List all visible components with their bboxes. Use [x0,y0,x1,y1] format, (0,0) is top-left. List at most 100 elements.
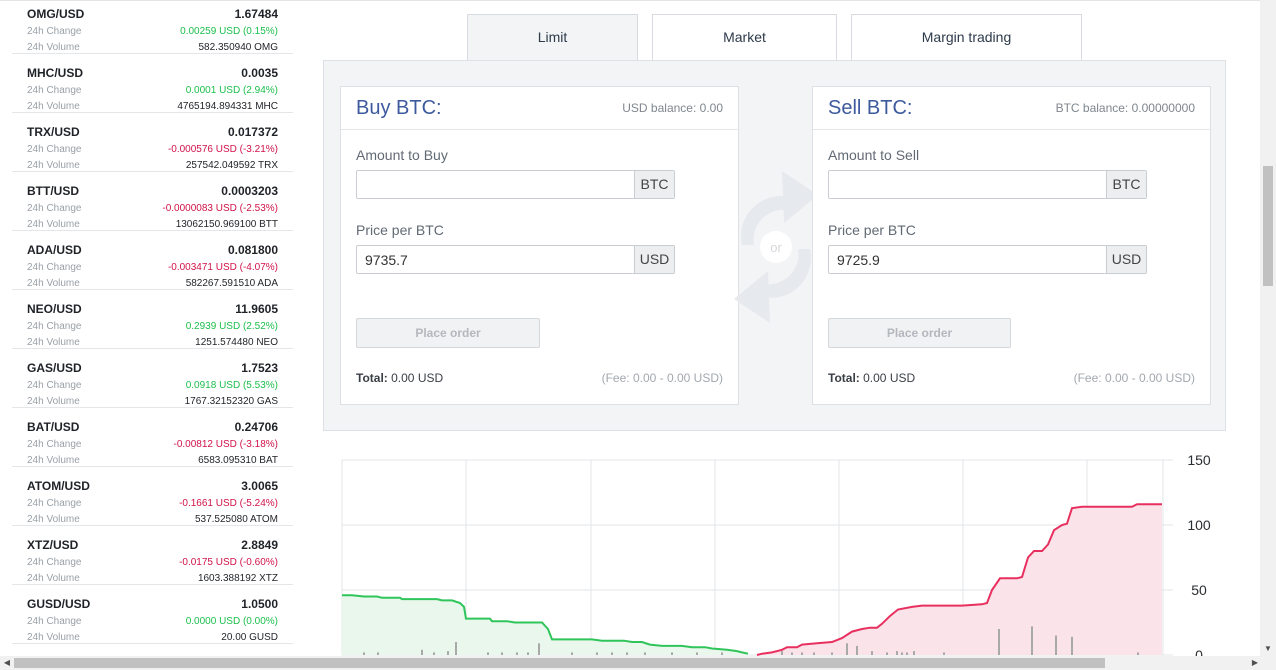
volume-bar [998,629,1000,655]
market-last-price: 1.0500 [241,597,278,611]
volume-value: 582267.591510 ADA [185,278,278,289]
volume-value: 20.00 GUSD [221,632,278,643]
market-last-price: 1.67484 [234,7,278,21]
volume-bar [943,652,945,655]
buy-amount-input[interactable] [357,171,635,198]
change-value: 0.2939 USD (2.52%) [185,321,278,332]
change-value: -0.0000083 USD (-2.53%) [162,203,278,214]
triangle-right-icon[interactable]: ▶ [1248,656,1262,670]
buy-price-input[interactable] [357,246,635,273]
volume-bar [801,652,803,655]
change-value: 0.0001 USD (2.94%) [185,85,278,96]
volume-bar [901,652,903,655]
sell-total-value: 0.00 USD [863,371,916,385]
volume-bar [447,651,449,655]
sell-title: Sell BTC: [828,97,913,119]
volume-label: 24h Volume [27,219,80,230]
market-pair-name: ADA/USD [27,243,82,257]
change-label: 24h Change [27,380,82,391]
y-tick-label: 100 [1187,517,1211,533]
y-tick-label: 150 [1187,452,1211,468]
market-row[interactable]: BTT/USD 0.0003203 24h Change -0.0000083 USD… [12,172,293,231]
volume-bar [1137,652,1139,655]
market-pair-name: TRX/USD [27,125,80,139]
market-pair-name: GAS/USD [27,361,82,375]
volume-bar [596,652,598,655]
volume-bar [781,651,783,655]
market-row[interactable]: NEO/USD 11.9605 24h Change 0.2939 USD (2.52… [12,290,293,349]
sell-price-input[interactable] [829,246,1107,273]
or-label: or [770,240,782,255]
buy-title: Buy BTC: [356,97,442,119]
change-value: 0.00259 USD (0.15%) [180,26,278,37]
market-pair-name: GUSD/USD [27,597,91,611]
volume-bar [671,652,673,655]
buy-amount-field: BTC [356,170,675,199]
change-value: -0.1661 USD (-5.24%) [179,498,278,509]
market-pair-name: OMG/USD [27,7,85,21]
volume-label: 24h Volume [27,455,80,466]
horizontal-scroll-thumb[interactable] [14,658,1105,668]
market-last-price: 0.081800 [227,243,278,257]
market-row[interactable]: GUSD/USD 1.0500 24h Change 0.0000 USD (0.00… [12,585,293,644]
sell-amount-input[interactable] [829,171,1107,198]
sell-amount-unit: BTC [1106,171,1146,198]
change-value: 0.0918 USD (5.53%) [185,380,278,391]
y-tick-label: 0 [1195,647,1203,656]
volume-bar [455,642,457,655]
volume-label: 24h Volume [27,160,80,171]
change-label: 24h Change [27,321,82,332]
market-row[interactable]: XTZ/USD 2.8849 24h Change -0.0175 USD (-0.6… [12,526,293,585]
tab-limit[interactable]: Limit [467,14,638,61]
market-last-price: 0.0003203 [221,184,278,198]
amount-to-buy-label: Amount to Buy [356,147,448,163]
volume-bar [1031,626,1033,655]
change-label: 24h Change [27,203,82,214]
market-row[interactable]: GAS/USD 1.7523 24h Change 0.0918 USD (5.53%… [12,349,293,408]
market-last-price: 3.0065 [241,479,278,493]
volume-bar [516,652,518,655]
tab-margin-trading[interactable]: Margin trading [851,14,1082,61]
vertical-scroll-thumb[interactable] [1263,166,1273,286]
volume-label: 24h Volume [27,514,80,525]
amount-to-sell-label: Amount to Sell [828,147,920,163]
volume-value: 1603.388192 XTZ [197,573,278,584]
triangle-down-icon[interactable]: ▼ [1261,642,1275,656]
volume-bar [571,652,573,655]
market-row[interactable]: MHC/USD 0.0035 24h Change 0.0001 USD (2.94%… [12,54,293,113]
sell-place-order-button[interactable]: Place order [828,318,1011,348]
buy-amount-unit: BTC [634,171,674,198]
market-row[interactable]: TRX/USD 0.017372 24h Change -0.000576 USD (… [12,113,293,172]
sell-card: Sell BTC: BTC balance: 0.00000000 Amount… [812,86,1211,405]
market-row[interactable]: ADA/USD 0.081800 24h Change -0.003471 USD (… [12,231,293,290]
volume-bar [813,652,815,655]
triangle-left-icon[interactable]: ◀ [0,656,14,670]
volume-value: 257542.049592 TRX [185,160,278,171]
volume-bar [721,652,723,655]
volume-bar [791,652,793,655]
market-row[interactable]: ATOM/USD 3.0065 24h Change -0.1661 USD (-5.… [12,467,293,526]
sell-price-field: USD [828,245,1147,274]
buy-place-order-button[interactable]: Place order [356,318,540,348]
market-row[interactable]: BAT/USD 0.24706 24h Change -0.00812 USD (-3… [12,408,293,467]
volume-value: 1251.574480 NEO [195,337,278,348]
market-row[interactable]: OMG/USD 1.67484 24h Change 0.00259 USD (0.1… [12,0,293,54]
change-label: 24h Change [27,85,82,96]
change-label: 24h Change [27,262,82,273]
change-value: -0.000576 USD (-3.21%) [167,144,278,155]
sell-fee: (Fee: 0.00 - 0.00 USD) [1073,371,1195,385]
change-value: -0.00812 USD (-3.18%) [173,439,279,450]
sell-card-header: Sell BTC: BTC balance: 0.00000000 [813,87,1210,130]
volume-bar [1071,636,1073,655]
market-list[interactable]: OMG/USD 1.67484 24h Change 0.00259 USD (0.1… [12,0,293,656]
market-pair-name: NEO/USD [27,302,82,316]
market-last-price: 11.9605 [235,302,278,316]
vertical-scrollbar[interactable] [1260,0,1276,656]
trading-page: OMG/USD 1.67484 24h Change 0.00259 USD (0.1… [0,0,1276,670]
change-label: 24h Change [27,26,82,37]
tab-market[interactable]: Market [652,14,837,61]
buy-price-field: USD [356,245,675,274]
market-pair-name: ATOM/USD [27,479,90,493]
volume-bar [696,652,698,655]
change-value: -0.0175 USD (-0.60%) [179,557,278,568]
